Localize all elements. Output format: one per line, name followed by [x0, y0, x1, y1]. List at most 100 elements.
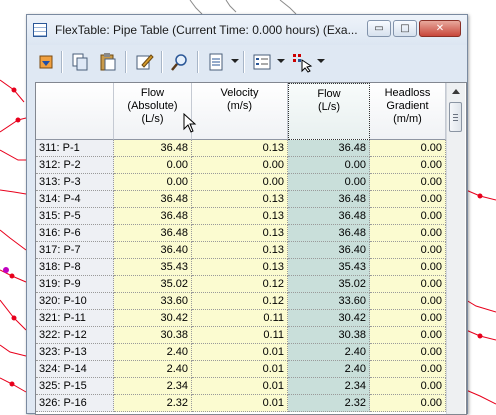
cell-velocity[interactable]: 0.13: [192, 208, 288, 225]
cell-headloss[interactable]: 0.00: [370, 310, 446, 327]
cell-flow_abs[interactable]: 0.00: [114, 157, 192, 174]
cell-velocity[interactable]: 0.11: [192, 310, 288, 327]
row-header-cell[interactable]: 314: P-4: [36, 191, 114, 208]
cell-velocity[interactable]: 0.13: [192, 259, 288, 276]
cell-flow[interactable]: 2.40: [288, 361, 370, 378]
row-header-cell[interactable]: 324: P-14: [36, 361, 114, 378]
table-row[interactable]: 320: P-10 33.60 0.12 33.60 0.00: [36, 293, 446, 310]
cell-headloss[interactable]: 0.00: [370, 242, 446, 259]
cell-flow[interactable]: 36.48: [288, 140, 370, 157]
table-row[interactable]: 315: P-5 36.48 0.13 36.48 0.00: [36, 208, 446, 225]
cell-headloss[interactable]: 0.00: [370, 276, 446, 293]
cell-flow_abs[interactable]: 35.02: [114, 276, 192, 293]
cell-flow_abs[interactable]: 0.00: [114, 174, 192, 191]
cell-velocity[interactable]: 0.13: [192, 191, 288, 208]
title-bar[interactable]: FlexTable: Pipe Table (Current Time: 0.0…: [27, 15, 467, 45]
table-row[interactable]: 321: P-11 30.42 0.11 30.42 0.00: [36, 310, 446, 327]
cell-velocity[interactable]: 0.13: [192, 242, 288, 259]
select-dropdown-icon[interactable]: [317, 59, 325, 63]
cell-headloss[interactable]: 0.00: [370, 344, 446, 361]
row-header-cell[interactable]: 320: P-10: [36, 293, 114, 310]
table-row[interactable]: 324: P-14 2.40 0.01 2.40 0.00: [36, 361, 446, 378]
copy-icon[interactable]: [69, 51, 91, 73]
column-header-label[interactable]: [36, 83, 114, 140]
table-row[interactable]: 319: P-9 35.02 0.12 35.02 0.00: [36, 276, 446, 293]
cell-headloss[interactable]: 0.00: [370, 378, 446, 395]
cell-velocity[interactable]: 0.13: [192, 140, 288, 157]
cell-headloss[interactable]: 0.00: [370, 395, 446, 412]
column-header-velocity[interactable]: Velocity (m/s): [192, 83, 288, 140]
row-header-cell[interactable]: 315: P-5: [36, 208, 114, 225]
cell-velocity[interactable]: 0.01: [192, 395, 288, 412]
options-icon[interactable]: [251, 51, 273, 73]
row-header-cell[interactable]: 316: P-6: [36, 225, 114, 242]
table-row[interactable]: 326: P-16 2.32 0.01 2.32 0.00: [36, 395, 446, 412]
cell-flow_abs[interactable]: 2.40: [114, 361, 192, 378]
cell-flow[interactable]: 35.02: [288, 276, 370, 293]
cell-flow[interactable]: 36.48: [288, 225, 370, 242]
row-header-cell[interactable]: 325: P-15: [36, 378, 114, 395]
cell-flow[interactable]: 36.48: [288, 208, 370, 225]
cell-headloss[interactable]: 0.00: [370, 327, 446, 344]
cell-flow_abs[interactable]: 33.60: [114, 293, 192, 310]
vertical-scrollbar[interactable]: [446, 83, 465, 414]
cell-velocity[interactable]: 0.00: [192, 174, 288, 191]
table-row[interactable]: 314: P-4 36.48 0.13 36.48 0.00: [36, 191, 446, 208]
cell-headloss[interactable]: 0.00: [370, 361, 446, 378]
cell-headloss[interactable]: 0.00: [370, 157, 446, 174]
cell-headloss[interactable]: 0.00: [370, 293, 446, 310]
zoom-icon[interactable]: [169, 51, 191, 73]
cell-flow_abs[interactable]: 2.34: [114, 378, 192, 395]
column-header-flow_abs[interactable]: Flow (Absolute) (L/s): [114, 83, 192, 140]
row-header-cell[interactable]: 312: P-2: [36, 157, 114, 174]
cell-velocity[interactable]: 0.12: [192, 293, 288, 310]
cell-flow_abs[interactable]: 2.32: [114, 395, 192, 412]
maximize-button[interactable]: □: [393, 20, 417, 37]
cell-flow_abs[interactable]: 30.42: [114, 310, 192, 327]
table-row[interactable]: 323: P-13 2.40 0.01 2.40 0.00: [36, 344, 446, 361]
row-header-cell[interactable]: 326: P-16: [36, 395, 114, 412]
cell-flow[interactable]: 0.00: [288, 157, 370, 174]
cell-headloss[interactable]: 0.00: [370, 191, 446, 208]
cell-flow_abs[interactable]: 36.48: [114, 140, 192, 157]
close-button[interactable]: ✕: [419, 20, 461, 37]
table-row[interactable]: 317: P-7 36.40 0.13 36.40 0.00: [36, 242, 446, 259]
cell-flow[interactable]: 2.34: [288, 378, 370, 395]
cell-flow_abs[interactable]: 35.43: [114, 259, 192, 276]
cell-flow[interactable]: 0.00: [288, 174, 370, 191]
paste-icon[interactable]: [97, 51, 119, 73]
table-row[interactable]: 316: P-6 36.48 0.13 36.48 0.00: [36, 225, 446, 242]
cell-velocity[interactable]: 0.12: [192, 276, 288, 293]
table-row[interactable]: 318: P-8 35.43 0.13 35.43 0.00: [36, 259, 446, 276]
scroll-up-icon[interactable]: [447, 83, 465, 100]
report-dropdown-icon[interactable]: [231, 59, 239, 63]
scroll-thumb[interactable]: [449, 102, 462, 132]
cell-flow[interactable]: 35.43: [288, 259, 370, 276]
cell-flow[interactable]: 30.38: [288, 327, 370, 344]
row-header-cell[interactable]: 317: P-7: [36, 242, 114, 259]
cell-headloss[interactable]: 0.00: [370, 140, 446, 157]
cell-flow[interactable]: 33.60: [288, 293, 370, 310]
cell-headloss[interactable]: 0.00: [370, 174, 446, 191]
cell-headloss[interactable]: 0.00: [370, 259, 446, 276]
cell-velocity[interactable]: 0.11: [192, 327, 288, 344]
cell-velocity[interactable]: 0.13: [192, 225, 288, 242]
table-row[interactable]: 313: P-3 0.00 0.00 0.00 0.00: [36, 174, 446, 191]
cell-velocity[interactable]: 0.01: [192, 378, 288, 395]
cell-flow[interactable]: 2.40: [288, 344, 370, 361]
cell-flow[interactable]: 36.48: [288, 191, 370, 208]
cell-flow_abs[interactable]: 36.48: [114, 225, 192, 242]
cell-flow_abs[interactable]: 30.38: [114, 327, 192, 344]
row-header-cell[interactable]: 322: P-12: [36, 327, 114, 344]
cell-velocity[interactable]: 0.00: [192, 157, 288, 174]
row-header-cell[interactable]: 313: P-3: [36, 174, 114, 191]
cell-velocity[interactable]: 0.01: [192, 361, 288, 378]
options-dropdown-icon[interactable]: [277, 59, 285, 63]
report-icon[interactable]: [205, 51, 227, 73]
row-header-cell[interactable]: 323: P-13: [36, 344, 114, 361]
cell-headloss[interactable]: 0.00: [370, 225, 446, 242]
open-icon[interactable]: [35, 51, 57, 73]
cell-flow_abs[interactable]: 36.48: [114, 191, 192, 208]
table-row[interactable]: 311: P-1 36.48 0.13 36.48 0.00: [36, 140, 446, 157]
row-header-cell[interactable]: 321: P-11: [36, 310, 114, 327]
